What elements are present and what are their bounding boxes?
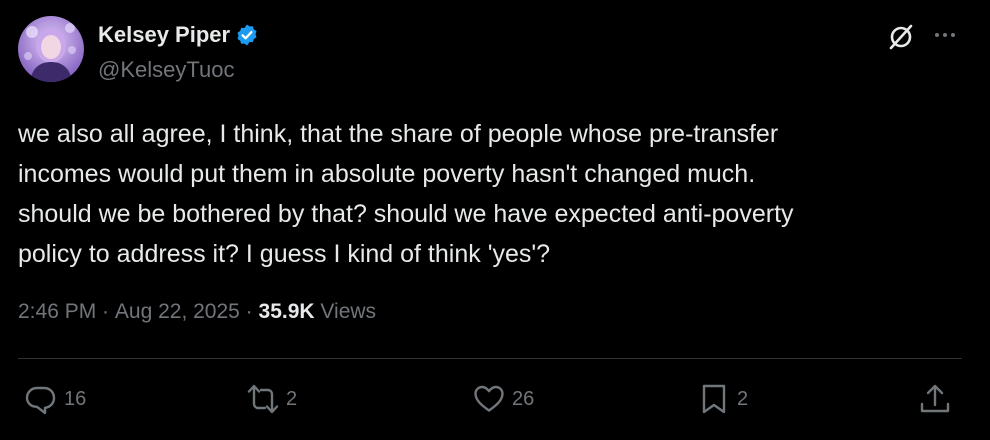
views-count: 35.9K <box>258 300 315 323</box>
reply-icon <box>25 386 56 415</box>
tweet-time[interactable]: 2:46 PM <box>18 300 96 324</box>
avatar-image <box>24 23 76 82</box>
tweet-meta: 2:46 PM · Aug 22, 2025 · 35.9K Views <box>18 300 376 324</box>
meta-separator: · <box>239 300 259 323</box>
like-count: 26 <box>512 387 535 410</box>
reply-button[interactable]: 16 <box>24 382 86 416</box>
meta-separator: · <box>96 300 115 323</box>
author-name-row[interactable]: Kelsey Piper <box>98 22 259 48</box>
more-icon[interactable] <box>930 22 960 52</box>
retweet-count: 2 <box>286 387 298 410</box>
share-icon <box>920 384 950 413</box>
grok-icon[interactable] <box>886 22 916 52</box>
bookmark-icon <box>702 384 726 414</box>
divider <box>18 358 962 359</box>
retweet-icon <box>247 384 279 414</box>
reply-count: 16 <box>64 387 87 410</box>
views-label: Views <box>314 300 377 323</box>
bookmark-count: 2 <box>737 387 749 410</box>
share-button[interactable] <box>918 382 952 416</box>
like-button[interactable]: 26 <box>472 382 534 416</box>
author-handle[interactable]: @KelseyTuoc <box>98 57 234 83</box>
verified-badge-icon <box>235 23 259 47</box>
bookmark-button[interactable]: 2 <box>697 382 748 416</box>
tweet-text: we also all agree, I think, that the sha… <box>18 120 794 268</box>
tweet-date[interactable]: Aug 22, 2025 <box>115 300 240 324</box>
author-name[interactable]: Kelsey Piper <box>98 22 230 48</box>
avatar[interactable] <box>18 16 84 82</box>
retweet-button[interactable]: 2 <box>246 382 297 416</box>
heart-icon <box>474 385 504 412</box>
